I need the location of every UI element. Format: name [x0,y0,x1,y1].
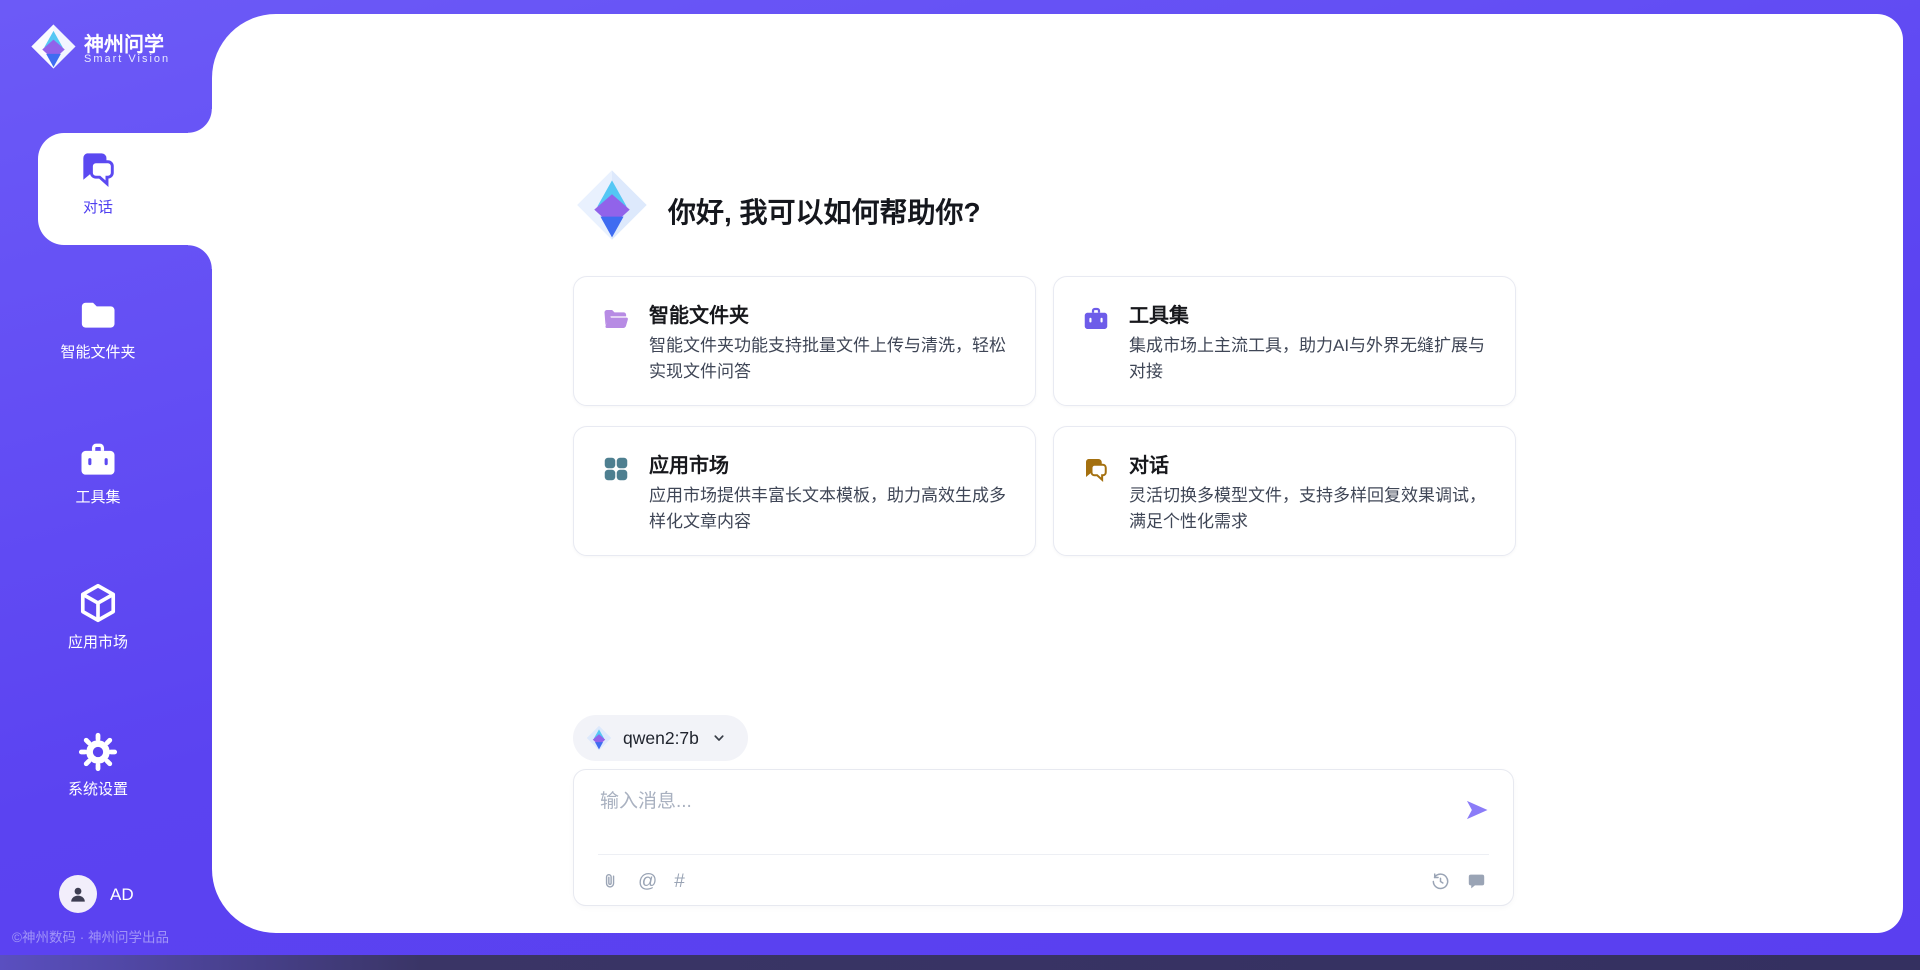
sidebar-item-label: 应用市场 [18,631,178,652]
app-logo-icon [575,168,649,242]
hashtag-icon[interactable]: # [674,871,685,892]
chat-icon [1081,454,1111,484]
composer-divider [598,854,1489,855]
model-selector[interactable]: qwen2:7b [573,715,748,761]
model-name: qwen2:7b [623,728,699,749]
brand-logo-icon [30,23,77,70]
chat-bubble-icon[interactable] [1466,871,1487,892]
paperclip-icon[interactable] [600,871,621,892]
sidebar-item-label: 工具集 [18,486,178,507]
card-app-market[interactable]: 应用市场 应用市场提供丰富长文本模板，助力高效生成多样化文章内容 [573,426,1036,556]
active-tab-background [38,133,212,245]
user-name: AD [110,885,134,905]
bottom-bar [0,955,1920,970]
folder-icon [76,293,120,337]
cube-icon [76,581,120,625]
card-smart-folder[interactable]: 智能文件夹 智能文件夹功能支持批量文件上传与清洗，轻松实现文件问答 [573,276,1036,406]
chat-icon [76,146,120,190]
composer-tools-right [1430,871,1487,892]
brand-subtitle: Smart Vision [84,53,170,65]
card-description: 智能文件夹功能支持批量文件上传与清洗，轻松实现文件问答 [649,333,1014,386]
active-tab-flare-bottom [188,245,212,269]
greeting-text: 你好, 我可以如何帮助你? [668,191,981,231]
card-title: 对话 [1129,449,1169,478]
sidebar-item-label: 对话 [18,196,178,217]
briefcase-icon [1081,304,1111,334]
history-icon[interactable] [1430,871,1451,892]
card-chat[interactable]: 对话 灵活切换多模型文件，支持多样回复效果调试，满足个性化需求 [1053,426,1516,556]
card-toolset[interactable]: 工具集 集成市场上主流工具，助力AI与外界无缝扩展与对接 [1053,276,1516,406]
sidebar-footer: ©神州数码 · 神州问学出品 [12,926,169,946]
briefcase-icon [76,438,120,482]
send-icon[interactable] [1463,796,1491,824]
active-tab-flare-top [188,109,212,133]
card-title: 智能文件夹 [649,299,749,328]
mention-icon[interactable]: @ [638,871,657,892]
chevron-down-icon [710,729,728,747]
grid-icon [601,454,631,484]
card-title: 应用市场 [649,449,729,478]
gear-icon [76,730,120,774]
user-avatar[interactable] [59,875,97,913]
person-icon [66,882,90,906]
main-panel: 你好, 我可以如何帮助你? 智能文件夹 智能文件夹功能支持批量文件上传与清洗，轻… [212,14,1903,933]
card-title: 工具集 [1129,299,1189,328]
folder-open-icon [601,304,631,334]
message-input[interactable] [600,786,1430,844]
model-logo-icon [586,725,612,751]
card-description: 灵活切换多模型文件，支持多样回复效果调试，满足个性化需求 [1129,483,1494,536]
sidebar-item-label: 系统设置 [18,778,178,799]
composer-tools: @ # [600,871,685,892]
message-composer: @ # [573,769,1514,906]
sidebar-item-label: 智能文件夹 [18,341,178,362]
card-description: 应用市场提供丰富长文本模板，助力高效生成多样化文章内容 [649,483,1014,536]
card-description: 集成市场上主流工具，助力AI与外界无缝扩展与对接 [1129,333,1494,386]
